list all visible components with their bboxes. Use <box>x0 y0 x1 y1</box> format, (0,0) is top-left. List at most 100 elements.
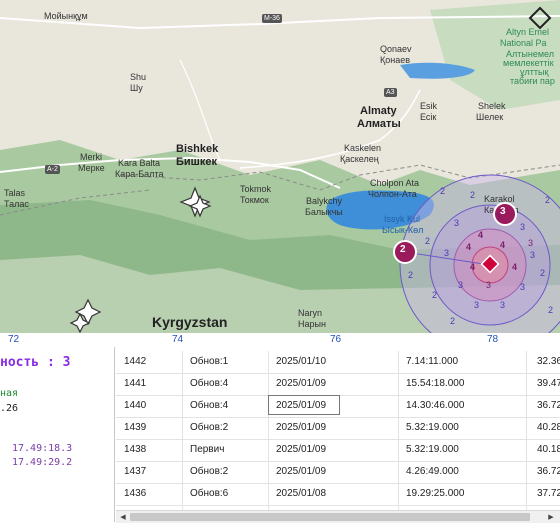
cell-time: 5.32:19.000 <box>406 422 459 433</box>
contour-label: 3 <box>458 280 464 290</box>
contour-label: 3 <box>486 280 492 290</box>
cell-id: 1436 <box>124 488 147 499</box>
place-cholponata-cyrillic: Чолпон-Ата <box>368 189 417 199</box>
status-text: ная <box>0 388 19 399</box>
place-shelek-latin: Shelek <box>478 101 506 111</box>
park-label-line2: National Pa <box>500 38 547 48</box>
table-row[interactable]: 1439 Обнов:2 2025/01/09 5.32:19.000 40.2… <box>116 417 560 440</box>
cell-value: 40.28 <box>537 422 560 433</box>
place-almaty-latin: Almaty <box>360 105 397 117</box>
contour-label: 2 <box>425 236 431 246</box>
cell-id: 1437 <box>124 466 147 477</box>
place-kaskelen-latin: Kaskelen <box>344 143 382 153</box>
cell-value: 32.36 <box>537 356 560 367</box>
lake-issykkul-latin: Issyk Kul <box>384 214 421 224</box>
table-row[interactable]: 1441 Обнов:4 2025/01/09 15.54:18.000 39.… <box>116 373 560 396</box>
longitude-axis: 72 74 76 78 <box>0 333 560 347</box>
road-a3: A3 <box>384 88 397 97</box>
cell-id: 1442 <box>124 356 147 367</box>
contour-label: 2 <box>548 305 554 315</box>
cell-type: Обнов:2 <box>190 422 229 433</box>
cell-date: 2025/01/09 <box>276 422 327 433</box>
cell-type: Обнов:1 <box>190 356 229 367</box>
table-row[interactable]: 1437 Обнов:2 2025/01/09 4.26:49.000 36.7… <box>116 461 560 484</box>
contour-label: 3 <box>454 218 460 228</box>
cell-type: Обнов:6 <box>190 488 229 499</box>
cell-date: 2025/01/08 <box>276 488 327 499</box>
cell-id: 1438 <box>124 444 147 455</box>
cell-date: 2025/01/09 <box>276 378 327 389</box>
cell-date: 2025/01/10 <box>276 356 327 367</box>
arrival-time-1: 17.49:18.3 <box>12 443 73 454</box>
contour-label: 3 <box>496 212 502 222</box>
place-kaskelen-cyrillic: Қаскелең <box>340 154 379 164</box>
place-esik-cyrillic: Есік <box>420 112 437 122</box>
contour-label: 2 <box>540 268 546 278</box>
place-karabalta-latin: Kara Balta <box>118 158 161 168</box>
road-m36: M-36 <box>262 14 282 23</box>
place-karabalta-cyrillic: Кара-Балта <box>115 169 164 179</box>
magnitude-heading: ность : 3 <box>0 355 71 370</box>
contour-label: 3 <box>528 238 534 248</box>
place-merki-latin: Merki <box>80 152 102 162</box>
contour-label: 3 <box>444 248 450 258</box>
table-row[interactable]: 1436 Обнов:6 2025/01/08 19.29:25.000 37.… <box>116 483 560 506</box>
cell-type: Обнов:2 <box>190 466 229 477</box>
cell-time: 14.30:46.000 <box>406 400 465 411</box>
place-qonaev-latin: Qonaev <box>380 44 412 54</box>
place-naryn-latin: Naryn <box>298 308 323 318</box>
contour-label: 4 <box>500 240 506 250</box>
cell-value: 37.72 <box>537 488 560 499</box>
scroll-thumb[interactable] <box>130 513 530 521</box>
contour-label: 2 <box>470 190 476 200</box>
contour-label: 2 <box>408 270 414 280</box>
cell-id: 1441 <box>124 378 147 389</box>
table-row[interactable]: 1442 Обнов:1 2025/01/10 7.14:11.000 32.3… <box>116 351 560 374</box>
place-almaty-cyrillic: Алматы <box>357 118 401 130</box>
place-cholponata-latin: Cholpon Ata <box>370 178 420 188</box>
contour-label: 3 <box>474 300 480 310</box>
horizontal-scrollbar[interactable]: ◀ ▶ <box>116 510 560 523</box>
cell-value: 36.72 <box>537 466 560 477</box>
place-bishkek-cyrillic: Бишкек <box>176 156 217 168</box>
place-esik-latin: Esik <box>420 101 438 111</box>
cell-date: 2025/01/09 <box>276 444 327 455</box>
cell-date: 2025/01/09 <box>276 466 327 477</box>
event-details-panel: ность : 3 ная .26 17.49:18.3 17.49:29.2 <box>0 347 115 522</box>
place-balykchy-cyrillic: Балыкчы <box>305 207 343 217</box>
place-shu-latin: Shu <box>130 72 147 82</box>
cell-time: 7.14:11.000 <box>406 356 459 367</box>
place-merki-cyrillic: Мерке <box>78 163 105 173</box>
place-tokmok-cyrillic: Токмок <box>240 195 269 205</box>
scroll-left-icon[interactable]: ◀ <box>118 513 128 521</box>
cell-type: Обнов:4 <box>190 400 229 411</box>
table-row[interactable]: 1440 Обнов:4 2025/01/09 14.30:46.000 36.… <box>116 395 560 418</box>
place-shelek-cyrillic: Шелек <box>476 112 504 122</box>
place-balykchy-latin: Balykchy <box>306 196 343 206</box>
park-label-line6: табиғи пар <box>510 76 555 86</box>
axis-tick-label: 72 <box>8 334 20 345</box>
contour-label: 2 <box>440 186 446 196</box>
cell-id: 1440 <box>124 400 147 411</box>
axis-tick-label: 78 <box>487 334 499 345</box>
cell-value: 36.72 <box>537 400 560 411</box>
contour-label: 4 <box>470 262 476 272</box>
place-naryn-cyrillic: Нарын <box>298 319 326 329</box>
table-row[interactable]: 1438 Первич 2025/01/09 5.32:19.000 40.18 <box>116 439 560 462</box>
scroll-right-icon[interactable]: ▶ <box>546 513 556 521</box>
map-view[interactable]: Мойынқұм Shu Шу Merki Мерке Kara Balta К… <box>0 0 560 333</box>
cell-time: 19.29:25.000 <box>406 488 465 499</box>
lake-issykkul-cyrillic: Ысык-Көл <box>382 225 424 235</box>
place-talas-latin: Talas <box>4 188 26 198</box>
place-bishkek-latin: Bishkek <box>176 143 219 155</box>
cell-time: 4.26:49.000 <box>406 466 459 477</box>
contour-label: 4 <box>478 230 484 240</box>
axis-tick-label: 76 <box>330 334 342 345</box>
contour-label: 2 <box>545 195 551 205</box>
contour-label: 2 <box>432 290 438 300</box>
lower-panel: ность : 3 ная .26 17.49:18.3 17.49:29.2 … <box>0 347 560 523</box>
cell-date: 2025/01/09 <box>276 400 327 411</box>
cell-id: 1439 <box>124 422 147 433</box>
contour-label: 3 <box>530 250 536 260</box>
contour-label: 2 <box>450 316 456 326</box>
